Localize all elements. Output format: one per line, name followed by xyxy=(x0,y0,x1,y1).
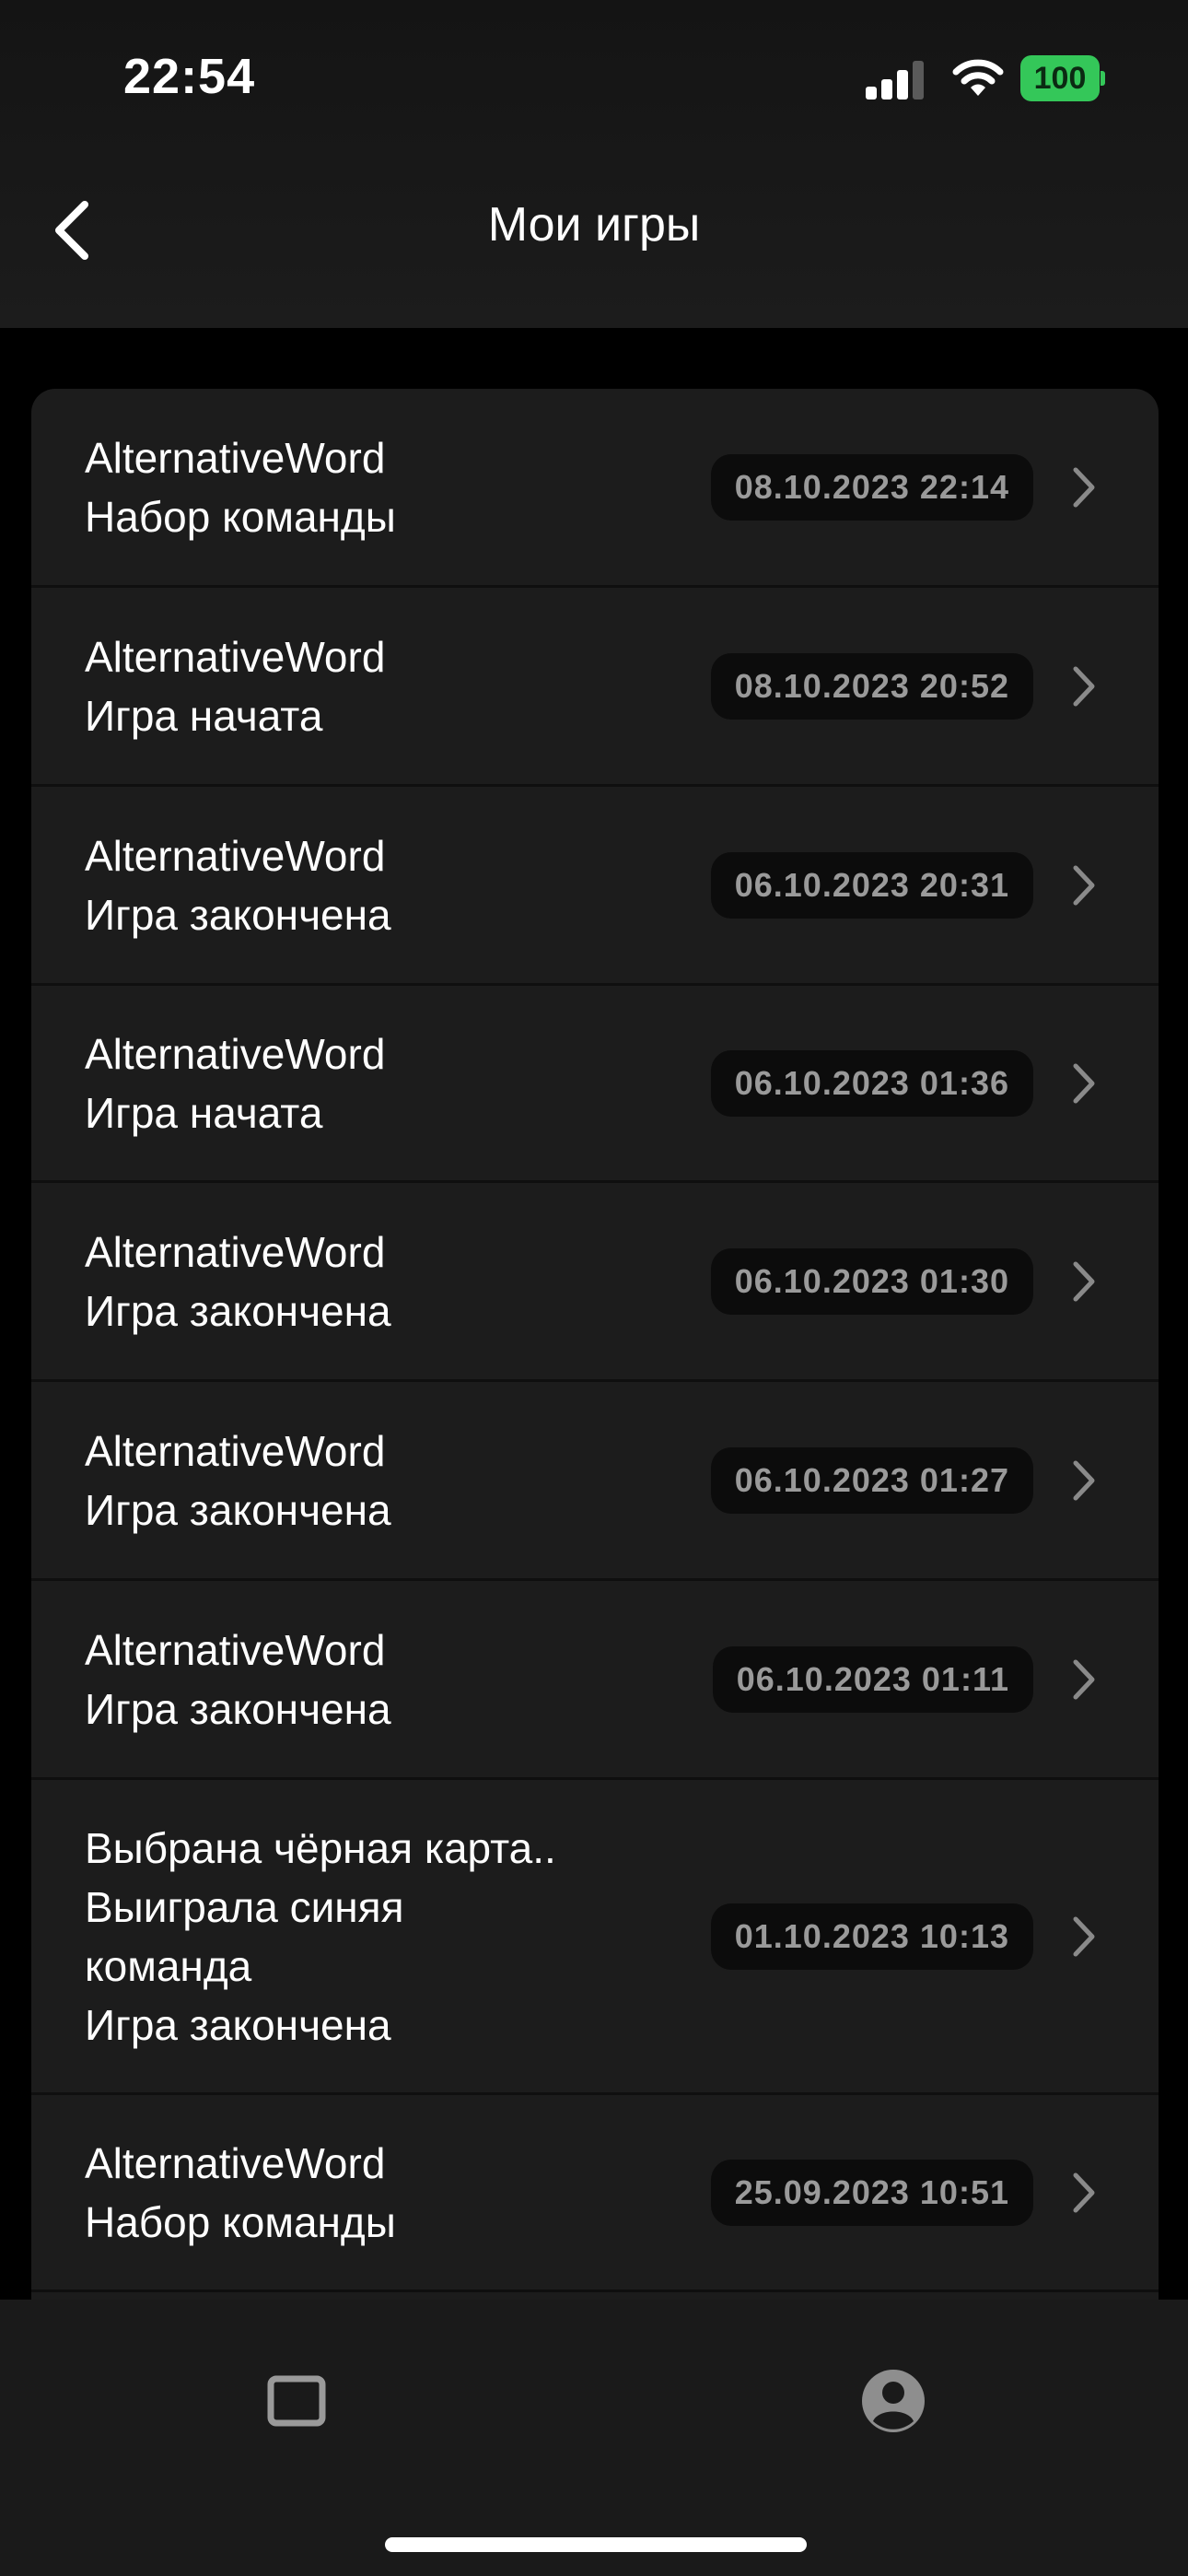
game-title: Выбрана чёрная карта.. Выиграла синяя кома… xyxy=(85,1819,711,2055)
list-item[interactable]: AlternativeWord Игра закончена 06.10.2023 … xyxy=(31,787,1159,986)
signal-icon xyxy=(866,59,926,100)
chevron-right-icon xyxy=(1073,2172,1095,2212)
game-title: AlternativeWord Игра начата xyxy=(85,627,711,745)
game-text-line: AlternativeWord xyxy=(85,632,386,681)
game-title: AlternativeWord Игра закончена xyxy=(85,1422,711,1540)
game-text-line: AlternativeWord xyxy=(85,433,386,482)
header: 22:54 100 Мои игры xyxy=(0,0,1188,328)
tab-profile[interactable] xyxy=(847,2355,939,2447)
game-date-badge: 06.10.2023 01:30 xyxy=(710,1247,1033,1315)
chevron-right-icon xyxy=(1073,467,1095,507)
page-title: Мои игры xyxy=(487,198,701,252)
status-time: 22:54 xyxy=(123,49,256,104)
home-indicator[interactable] xyxy=(385,2537,807,2552)
game-title: AlternativeWord Набор команды xyxy=(85,428,711,546)
chevron-right-icon xyxy=(1073,1261,1095,1301)
game-text-line: AlternativeWord xyxy=(85,1029,386,1078)
game-text-line: AlternativeWord xyxy=(85,2138,386,2187)
tab-bar xyxy=(0,2300,1188,2576)
game-date-badge: 08.10.2023 20:52 xyxy=(710,652,1033,720)
game-date-badge: 06.10.2023 01:27 xyxy=(710,1446,1033,1514)
chevron-right-icon xyxy=(1073,865,1095,905)
game-text-line: Игра закончена xyxy=(85,1286,391,1335)
game-title: AlternativeWord Игра закончена xyxy=(85,1223,711,1341)
battery-level: 100 xyxy=(1033,60,1087,96)
list-item[interactable]: AlternativeWord Игра закончена 06.10.2023 … xyxy=(31,1581,1159,1780)
game-text-line: AlternativeWord xyxy=(85,1426,386,1475)
list-item[interactable]: AlternativeWord Игра начата 06.10.2023 01:… xyxy=(31,986,1159,1183)
game-title: AlternativeWord Набор команды xyxy=(85,2134,711,2252)
game-text-line: AlternativeWord xyxy=(85,831,386,880)
chevron-right-icon xyxy=(1073,1460,1095,1500)
chevron-right-icon xyxy=(1073,1916,1095,1956)
game-date-badge: 06.10.2023 01:11 xyxy=(712,1645,1033,1713)
list-item[interactable]: AlternativeWord Игра начата 08.10.2023 20:… xyxy=(31,588,1159,787)
profile-icon xyxy=(862,2370,925,2432)
game-date-badge: 06.10.2023 20:31 xyxy=(710,851,1033,919)
tab-games[interactable] xyxy=(250,2355,343,2447)
list-item[interactable]: AlternativeWord Игра закончена 06.10.2023 … xyxy=(31,1183,1159,1382)
game-date-badge: 06.10.2023 01:36 xyxy=(710,1049,1033,1117)
game-text-line: Набор команды xyxy=(85,2197,396,2246)
chevron-right-icon xyxy=(1073,666,1095,706)
battery-icon: 100 xyxy=(1020,55,1105,101)
square-icon xyxy=(267,2375,326,2427)
list-item[interactable]: Выбрана чёрная карта.. Выиграла синяя кома… xyxy=(31,1780,1159,2095)
list-item[interactable]: AlternativeWord Игра закончена 06.10.2023 … xyxy=(31,1382,1159,1581)
game-text-line: Выбрана чёрная карта.. xyxy=(85,1823,556,1872)
game-text-line: Игра закончена xyxy=(85,2000,391,2049)
wifi-icon xyxy=(952,59,1004,96)
game-date-badge: 25.09.2023 10:51 xyxy=(710,2159,1033,2226)
game-text-line: Набор команды xyxy=(85,492,396,541)
game-text-line: Игра закончена xyxy=(85,1485,391,1534)
game-text-line: Игра начата xyxy=(85,691,323,740)
game-date-badge: 08.10.2023 22:14 xyxy=(710,453,1033,521)
game-text-line: Игра закончена xyxy=(85,890,391,939)
game-title: AlternativeWord Игра закончена xyxy=(85,826,711,944)
game-text-line: AlternativeWord xyxy=(85,1625,386,1674)
game-text-line: Игра начата xyxy=(85,1088,323,1137)
game-title: AlternativeWord Игра начата xyxy=(85,1025,711,1142)
chevron-right-icon xyxy=(1073,1659,1095,1699)
game-text-line: AlternativeWord xyxy=(85,1227,386,1276)
game-date-badge: 01.10.2023 10:13 xyxy=(710,1903,1033,1970)
game-text-line: команда xyxy=(85,1941,252,1990)
game-text-line: Выиграла синяя xyxy=(85,1882,404,1931)
list-item[interactable]: AlternativeWord Набор команды 08.10.2023 2… xyxy=(31,389,1159,588)
status-bar: 22:54 100 xyxy=(0,0,1188,157)
games-list: AlternativeWord Набор команды 08.10.2023 2… xyxy=(31,389,1159,2324)
chevron-right-icon xyxy=(1073,1063,1095,1103)
game-title: AlternativeWord Игра закончена xyxy=(85,1621,711,1739)
game-text-line: Игра закончена xyxy=(85,1684,391,1733)
list-item[interactable]: AlternativeWord Набор команды 25.09.2023 1… xyxy=(31,2095,1159,2292)
